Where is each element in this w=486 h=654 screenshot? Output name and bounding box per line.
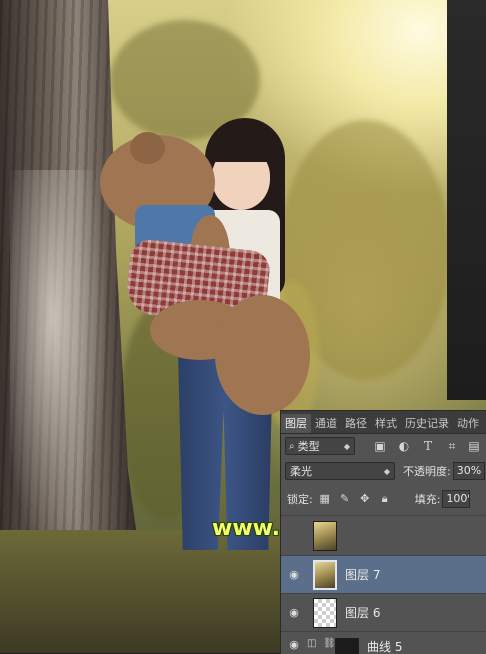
layer-name[interactable]: 图层 7 [345, 566, 380, 583]
layer-row[interactable]: ◉ 图层 6 [281, 593, 486, 631]
teddy-bear-ear [130, 132, 165, 164]
chevron-updown-icon: ◆ [343, 441, 350, 451]
lock-position-icon[interactable]: ✥ [357, 491, 373, 507]
eye-icon[interactable]: ◉ [281, 606, 307, 619]
blend-mode-dropdown[interactable]: 柔光 ◆ [285, 462, 395, 480]
fill-input[interactable]: 100% [442, 490, 471, 508]
chevron-updown-icon: ◆ [383, 466, 390, 476]
opacity-label: 不透明度: [403, 465, 451, 478]
search-icon: ⌕ [289, 440, 295, 452]
lock-row: 锁定: ▦ ✎ ✥ 🔒︎ 填充: 100% [281, 488, 486, 510]
layer-name[interactable]: 图层 6 [345, 604, 380, 621]
layer-name[interactable]: 曲线 5 [367, 638, 402, 654]
tab-channels[interactable]: 通道 [311, 414, 341, 433]
eye-icon[interactable]: ◉ [281, 638, 307, 651]
layer-filter-row: ⌕ 类型 ◆ ▣ ◐ T ⌗ ▤ [281, 435, 486, 457]
layer-row[interactable]: ◉ ◫ ⛓ 曲线 5 [281, 631, 486, 654]
layer-thumbnail [313, 559, 337, 590]
blend-row: 柔光 ◆ 不透明度: 30% [281, 460, 486, 482]
tab-paths[interactable]: 路径 [341, 414, 371, 433]
fill-label: 填充: [414, 493, 441, 506]
layers-panel: 图层 通道 路径 样式 历史记录 动作 ⌕ 类型 ◆ ▣ ◐ T ⌗ ▤ 柔光 … [280, 410, 486, 654]
lock-all-icon[interactable]: 🔒︎ [377, 491, 393, 507]
lock-label: 锁定: [287, 493, 313, 506]
teddy-bear-leg [215, 295, 310, 415]
lock-image-icon[interactable]: ✎ [337, 491, 353, 507]
eye-icon[interactable]: ◉ [281, 568, 307, 581]
filter-kind-dropdown[interactable]: ⌕ 类型 ◆ [285, 437, 355, 455]
curves-adjustment-icon: ◫ [307, 638, 317, 649]
layer-thumbnail [313, 597, 337, 628]
lock-transparent-icon[interactable]: ▦ [317, 491, 333, 507]
layer-mask-thumbnail [335, 638, 359, 654]
tab-history[interactable]: 历史记录 [401, 414, 453, 433]
panel-tab-bar: 图层 通道 路径 样式 历史记录 动作 [281, 411, 486, 434]
layer-row-selected[interactable]: ◉ 图层 7 [281, 555, 486, 593]
tree-trunk-highlight [10, 170, 105, 540]
smart-object-filter-icon[interactable]: ▤ [467, 439, 481, 453]
tab-layers[interactable]: 图层 [281, 414, 311, 433]
image-filter-icon[interactable]: ▣ [373, 439, 387, 453]
filter-kind-label: 类型 [297, 440, 320, 453]
layer-thumbnail [313, 520, 337, 551]
layer-row[interactable] [281, 515, 486, 555]
link-icon: ⛓ [323, 638, 336, 649]
tab-styles[interactable]: 样式 [371, 414, 401, 433]
blend-mode-value: 柔光 [290, 465, 312, 478]
canvas-dark-edge [447, 0, 486, 400]
opacity-input[interactable]: 30% [452, 462, 485, 480]
shape-filter-icon[interactable]: ⌗ [445, 439, 459, 453]
adjustment-filter-icon[interactable]: ◐ [397, 439, 411, 453]
tab-actions[interactable]: 动作 [453, 414, 483, 433]
type-filter-icon[interactable]: T [421, 439, 435, 453]
